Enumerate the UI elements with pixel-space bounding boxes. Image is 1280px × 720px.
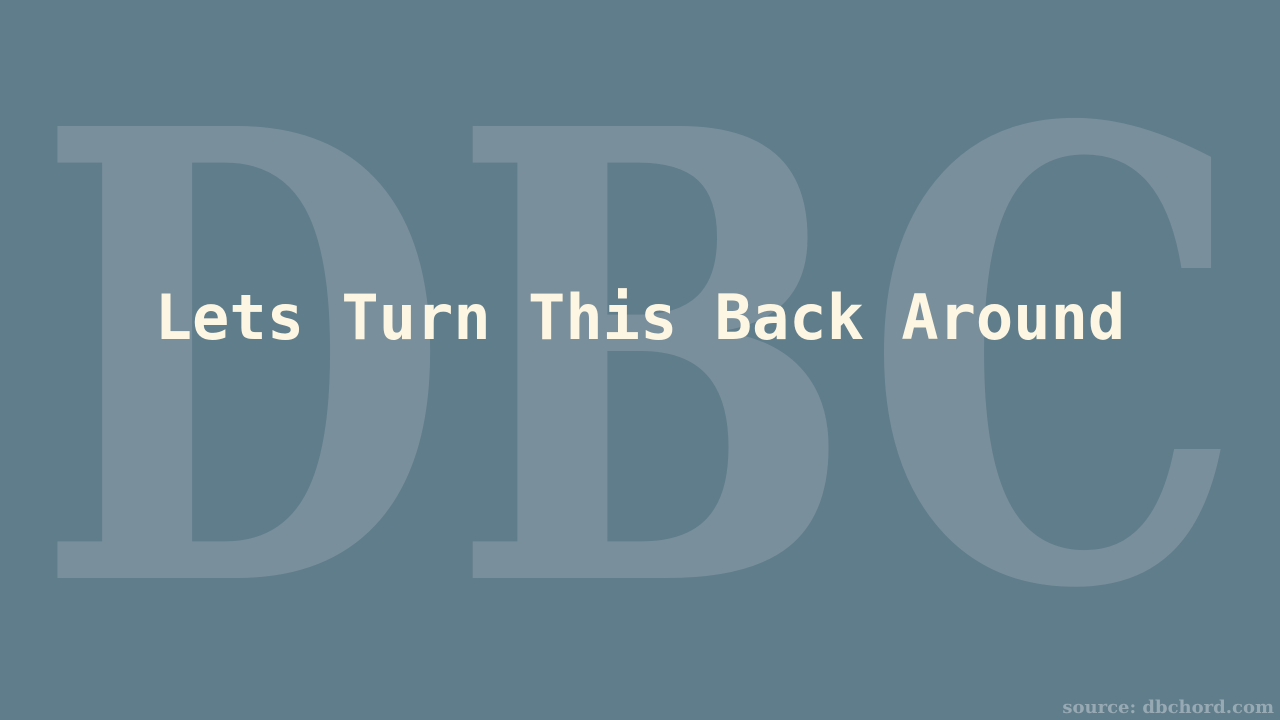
page-title: Lets Turn This Back Around <box>154 281 1126 354</box>
source-credit: source: dbchord.com <box>1062 697 1274 718</box>
